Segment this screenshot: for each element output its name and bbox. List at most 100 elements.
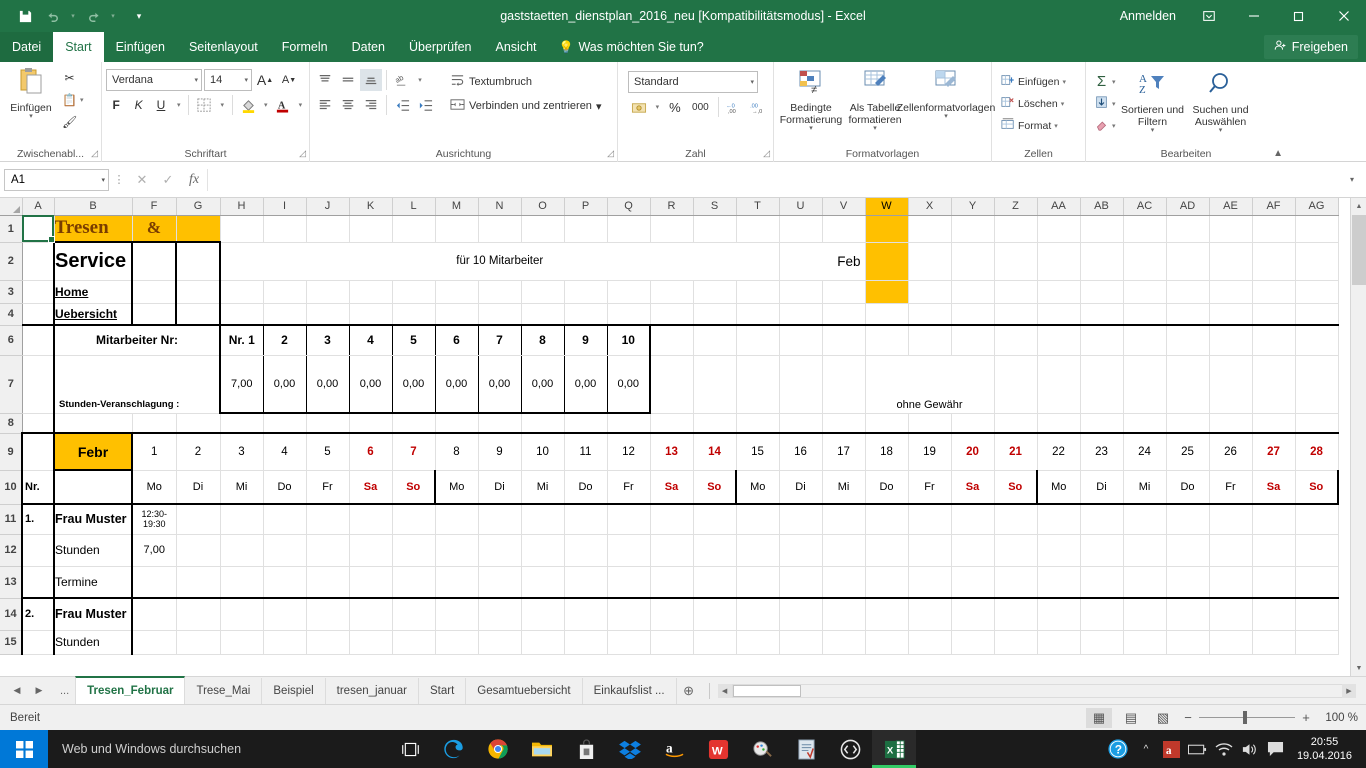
antivirus-icon[interactable] xyxy=(784,730,828,768)
grid-cell-empty[interactable] xyxy=(1037,630,1080,654)
tab-ueberpruefen[interactable]: Überprüfen xyxy=(397,32,484,62)
grid-cell-empty[interactable] xyxy=(650,630,693,654)
grid-cell-empty[interactable] xyxy=(951,215,994,242)
grid-cell-f4[interactable] xyxy=(132,303,176,325)
bold-button[interactable]: F xyxy=(106,94,126,116)
grid-cell-empty[interactable] xyxy=(1295,242,1338,280)
chrome-icon[interactable] xyxy=(476,730,520,768)
entry-hours-value-1[interactable]: 7,00 xyxy=(132,534,176,566)
maximize-button[interactable] xyxy=(1276,0,1321,32)
grid-cell-empty[interactable] xyxy=(1037,355,1080,413)
column-header-w[interactable]: W xyxy=(865,198,908,215)
grid-cell-empty[interactable] xyxy=(779,534,822,566)
label-stunden-veranschlagung[interactable]: Stunden-Veranschlagung : xyxy=(54,355,220,413)
fill-button[interactable]: ▾ xyxy=(1090,93,1120,114)
edge-icon[interactable] xyxy=(432,730,476,768)
grid-cell-empty[interactable] xyxy=(349,566,392,598)
grid-cell-empty[interactable] xyxy=(994,566,1037,598)
scroll-up-arrow[interactable]: ▲ xyxy=(1351,198,1366,214)
column-header-j[interactable]: J xyxy=(306,198,349,215)
grid-cell-empty[interactable] xyxy=(1295,598,1338,630)
borders-dropdown-icon[interactable]: ▾ xyxy=(217,94,227,116)
day-number-20[interactable]: 20 xyxy=(951,433,994,470)
day-number-21[interactable]: 21 xyxy=(994,433,1037,470)
column-header-a[interactable]: A xyxy=(22,198,54,215)
redo-dropdown-icon[interactable]: ▾ xyxy=(108,4,118,28)
grid-cell-empty[interactable] xyxy=(779,413,822,433)
day-number-3[interactable]: 3 xyxy=(220,433,263,470)
autosum-dropdown-icon[interactable]: ▾ xyxy=(1112,78,1116,86)
cut-button[interactable]: ✂ xyxy=(58,67,88,88)
grid-cell-empty[interactable] xyxy=(1295,566,1338,598)
grid-cell-empty[interactable] xyxy=(435,303,478,325)
zoom-slider[interactable]: − + xyxy=(1182,710,1312,725)
staff-hours-1[interactable]: 7,00 xyxy=(220,355,263,413)
grid-cell-empty[interactable] xyxy=(693,566,736,598)
grid-cell-empty[interactable] xyxy=(263,215,306,242)
entry-shift-1[interactable]: 12:30-19:30 xyxy=(132,504,176,534)
grid-cell-empty[interactable] xyxy=(736,630,779,654)
grid-cell-empty[interactable] xyxy=(607,630,650,654)
column-header-m[interactable]: M xyxy=(435,198,478,215)
add-sheet-button[interactable]: ⊕ xyxy=(677,678,701,704)
grid-cell-empty[interactable] xyxy=(1037,534,1080,566)
grid-cell-empty[interactable] xyxy=(1166,280,1209,303)
grid-cell-empty[interactable] xyxy=(176,534,220,566)
grid-cell-empty[interactable] xyxy=(1166,534,1209,566)
increase-font-size-button[interactable]: A▲ xyxy=(254,69,276,91)
grid-cell-empty[interactable] xyxy=(1037,413,1080,433)
grid-cell-empty[interactable] xyxy=(349,598,392,630)
grid-cell-a8[interactable] xyxy=(22,413,54,433)
merge-center-button[interactable]: Verbinden und zentrieren ▾ xyxy=(446,95,605,117)
day-number-16[interactable]: 16 xyxy=(779,433,822,470)
grid-cell-empty[interactable] xyxy=(822,534,865,566)
grid-cell-empty[interactable] xyxy=(779,325,822,355)
grid-cell-empty[interactable] xyxy=(822,598,865,630)
weekday-17[interactable]: Mi xyxy=(822,470,865,504)
undo-icon[interactable] xyxy=(40,4,66,28)
grid-cell-empty[interactable] xyxy=(1295,534,1338,566)
grid-cell-empty[interactable] xyxy=(349,215,392,242)
grid-cell-empty[interactable] xyxy=(951,566,994,598)
grid-cell-empty[interactable] xyxy=(822,325,865,355)
grid-cell-empty[interactable] xyxy=(435,215,478,242)
grid-cell-empty[interactable] xyxy=(1123,280,1166,303)
task-view-icon[interactable] xyxy=(388,730,432,768)
weekday-27[interactable]: Sa xyxy=(1252,470,1295,504)
grid-cell-empty[interactable] xyxy=(1252,566,1295,598)
grid-cell-empty[interactable] xyxy=(564,413,607,433)
row-header-13[interactable]: 13 xyxy=(0,566,22,598)
grid-cell-empty[interactable] xyxy=(1252,215,1295,242)
orientation-button[interactable]: ab xyxy=(391,69,413,91)
grid-cell-empty[interactable] xyxy=(1295,413,1338,433)
select-all-corner[interactable] xyxy=(0,198,22,215)
volume-icon[interactable] xyxy=(1237,730,1263,768)
grid-cell-empty[interactable] xyxy=(650,504,693,534)
zoom-level-label[interactable]: 100 % xyxy=(1318,712,1358,724)
paste-button[interactable]: Einfügen ▾ xyxy=(4,65,58,121)
grid-cell-empty[interactable] xyxy=(951,504,994,534)
row-header-11[interactable]: 11 xyxy=(0,504,22,534)
column-header-ag[interactable]: AG xyxy=(1295,198,1338,215)
grid-cell-empty[interactable] xyxy=(478,566,521,598)
grid-cell-empty[interactable] xyxy=(994,504,1037,534)
weekday-8[interactable]: Mo xyxy=(435,470,478,504)
align-right-button[interactable] xyxy=(360,94,382,116)
fill-dropdown-icon[interactable]: ▾ xyxy=(1112,100,1116,108)
grid-cell-empty[interactable] xyxy=(220,534,263,566)
grid-cell-empty[interactable] xyxy=(994,242,1037,280)
start-button[interactable] xyxy=(0,730,48,768)
weekday-9[interactable]: Di xyxy=(478,470,521,504)
grid-cell-empty[interactable] xyxy=(1295,303,1338,325)
grid-cell-a3[interactable] xyxy=(22,280,54,303)
clear-dropdown-icon[interactable]: ▾ xyxy=(1112,122,1116,130)
grid-cell-empty[interactable] xyxy=(1209,534,1252,566)
grid-cell-empty[interactable] xyxy=(865,413,908,433)
format-as-table-button[interactable]: Als Tabelle formatieren ▾ xyxy=(844,67,906,133)
grid-cell-empty[interactable] xyxy=(607,413,650,433)
grid-cell-empty[interactable] xyxy=(650,413,693,433)
column-header-ab[interactable]: AB xyxy=(1080,198,1123,215)
grid-cell-empty[interactable] xyxy=(564,630,607,654)
delete-dropdown-icon[interactable]: ▾ xyxy=(1061,100,1065,108)
grid-cell-empty[interactable] xyxy=(994,598,1037,630)
